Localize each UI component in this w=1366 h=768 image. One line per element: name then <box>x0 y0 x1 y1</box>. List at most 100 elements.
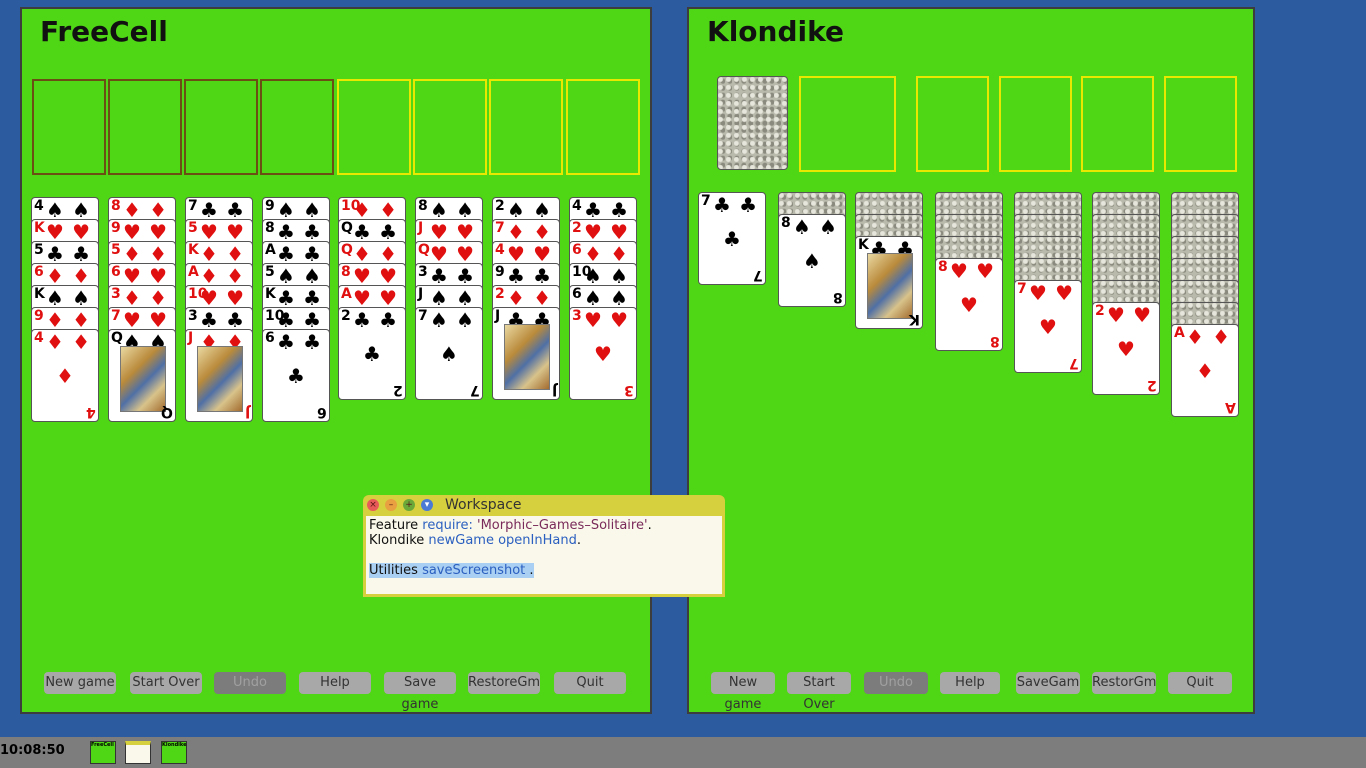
help-button[interactable]: Help <box>299 672 371 694</box>
new-game-button[interactable]: New game <box>44 672 116 694</box>
card-rank: A <box>341 286 352 302</box>
card-suit-icon: ♠ <box>456 198 474 222</box>
freecell-title: FreeCell <box>40 15 168 48</box>
card-suit-icon: ♥ <box>1055 281 1073 305</box>
card-suit-icon: ♣ <box>379 220 397 244</box>
card-suit-icon: ♥ <box>200 220 218 244</box>
card-rank: 6 <box>572 286 582 302</box>
foundation-slot[interactable] <box>337 79 411 175</box>
card-suit-icon: ♠ <box>430 286 448 310</box>
card-suit-icon: ♥ <box>379 286 397 310</box>
start-over-button[interactable]: Start Over <box>130 672 202 694</box>
foundation-slot[interactable] <box>566 79 640 175</box>
card-rank: 5 <box>34 242 44 258</box>
free-cell[interactable] <box>260 79 334 175</box>
playing-card[interactable]: J ♣ ♣ J <box>492 307 560 400</box>
start-over-button[interactable]: Start Over <box>787 672 851 712</box>
foundation-slot[interactable] <box>413 79 487 175</box>
card-rank: 7 <box>418 308 428 324</box>
undo-button[interactable]: Undo <box>214 672 286 694</box>
card-suit-icon: ♠ <box>507 198 525 222</box>
card-suit-icon: ♠ <box>430 198 448 222</box>
playing-card[interactable]: 6 ♣ ♣ ♣ 6 <box>262 329 330 422</box>
card-rank: 9 <box>495 264 505 280</box>
save-game-button[interactable]: Save game <box>384 672 456 712</box>
card-pip-icon: ♦ <box>56 364 74 388</box>
playing-card[interactable]: 8 ♠ ♠ ♠ 8 <box>778 214 846 307</box>
card-suit-icon: ♥ <box>610 220 628 244</box>
playing-card[interactable]: 4 ♦ ♦ ♦ 4 <box>31 329 99 422</box>
foundation-slot[interactable] <box>1081 76 1154 172</box>
card-rank: K <box>188 242 199 258</box>
card-suit-icon: ♣ <box>610 198 628 222</box>
card-suit-icon: ♣ <box>713 193 731 217</box>
card-suit-icon: ♦ <box>149 242 167 266</box>
playing-card[interactable]: 7 ♣ ♣ ♣ 7 <box>698 192 766 285</box>
card-rank: 2 <box>495 198 505 214</box>
card-suit-icon: ♥ <box>1133 303 1151 327</box>
card-pip-icon: ♣ <box>363 342 381 366</box>
card-suit-icon: ♥ <box>149 264 167 288</box>
free-cell[interactable] <box>184 79 258 175</box>
freecell-thumbnail[interactable]: FreeCell <box>90 741 116 764</box>
quit-button[interactable]: Quit <box>554 672 626 694</box>
undo-button[interactable]: Undo <box>864 672 928 694</box>
card-rank: 4 <box>86 404 96 420</box>
foundation-slot[interactable] <box>999 76 1072 172</box>
new-game-button[interactable]: New game <box>711 672 775 712</box>
card-rank: 4 <box>34 330 44 346</box>
card-suit-icon: ♦ <box>46 264 64 288</box>
playing-card[interactable]: 7 ♠ ♠ ♠ 7 <box>415 307 483 400</box>
stock-pile[interactable] <box>717 76 788 170</box>
card-suit-icon: ♠ <box>793 215 811 239</box>
card-suit-icon: ♦ <box>379 242 397 266</box>
savegam-button[interactable]: SaveGam <box>1016 672 1080 694</box>
card-rank: K <box>34 220 45 236</box>
playing-card[interactable]: 7 ♥ ♥ ♥ 7 <box>1014 280 1082 373</box>
card-suit-icon: ♣ <box>303 330 321 354</box>
expand-icon[interactable]: + <box>403 499 415 511</box>
card-pip-icon: ♠ <box>440 342 458 366</box>
quit-button[interactable]: Quit <box>1168 672 1232 694</box>
playing-card[interactable]: A ♦ ♦ ♦ A <box>1171 324 1239 417</box>
card-suit-icon: ♣ <box>277 220 295 244</box>
card-rank: Q <box>111 330 123 346</box>
waste-pile[interactable] <box>799 76 896 172</box>
card-suit-icon: ♦ <box>1212 325 1230 349</box>
restoregm-button[interactable]: RestoreGm <box>468 672 540 694</box>
klondike-thumbnail[interactable]: Klondike <box>161 741 187 764</box>
foundation-slot[interactable] <box>916 76 989 172</box>
collapse-icon[interactable]: – <box>385 499 397 511</box>
foundation-slot[interactable] <box>489 79 563 175</box>
card-rank: 5 <box>111 242 121 258</box>
card-suit-icon: ♣ <box>353 308 371 332</box>
card-suit-icon: ♣ <box>303 242 321 266</box>
card-suit-icon: ♣ <box>379 308 397 332</box>
menu-icon[interactable]: ▾ <box>421 499 433 511</box>
close-icon[interactable]: × <box>367 499 379 511</box>
playing-card[interactable]: 8 ♥ ♥ ♥ 8 <box>935 258 1003 351</box>
playing-card[interactable]: 2 ♣ ♣ ♣ 2 <box>338 307 406 400</box>
help-button[interactable]: Help <box>940 672 1000 694</box>
court-card-portrait <box>197 346 243 412</box>
card-suit-icon: ♥ <box>123 308 141 332</box>
free-cell[interactable] <box>32 79 106 175</box>
foundation-slot[interactable] <box>1164 76 1237 172</box>
card-suit-icon: ♣ <box>430 264 448 288</box>
card-rank: 4 <box>34 198 44 214</box>
playing-card[interactable]: K ♣ ♣ K <box>855 236 923 329</box>
card-rank: 8 <box>833 289 843 305</box>
playing-card[interactable]: J ♦ ♦ J <box>185 329 253 422</box>
card-suit-icon: ♠ <box>456 286 474 310</box>
restorgm-button[interactable]: RestorGm <box>1092 672 1156 694</box>
playing-card[interactable]: 2 ♥ ♥ ♥ 2 <box>1092 302 1160 395</box>
workspace-text-area[interactable]: Feature require: 'Morphic–Games–Solitair… <box>366 516 722 594</box>
free-cell[interactable] <box>108 79 182 175</box>
card-rank: 8 <box>990 333 1000 349</box>
card-suit-icon: ♦ <box>123 198 141 222</box>
workspace-window[interactable]: × – + ▾ Workspace Feature require: 'Morp… <box>363 495 725 597</box>
workspace-thumbnail[interactable] <box>125 741 151 764</box>
playing-card[interactable]: Q ♠ ♠ Q <box>108 329 176 422</box>
playing-card[interactable]: 3 ♥ ♥ ♥ 3 <box>569 307 637 400</box>
card-suit-icon: ♠ <box>303 264 321 288</box>
